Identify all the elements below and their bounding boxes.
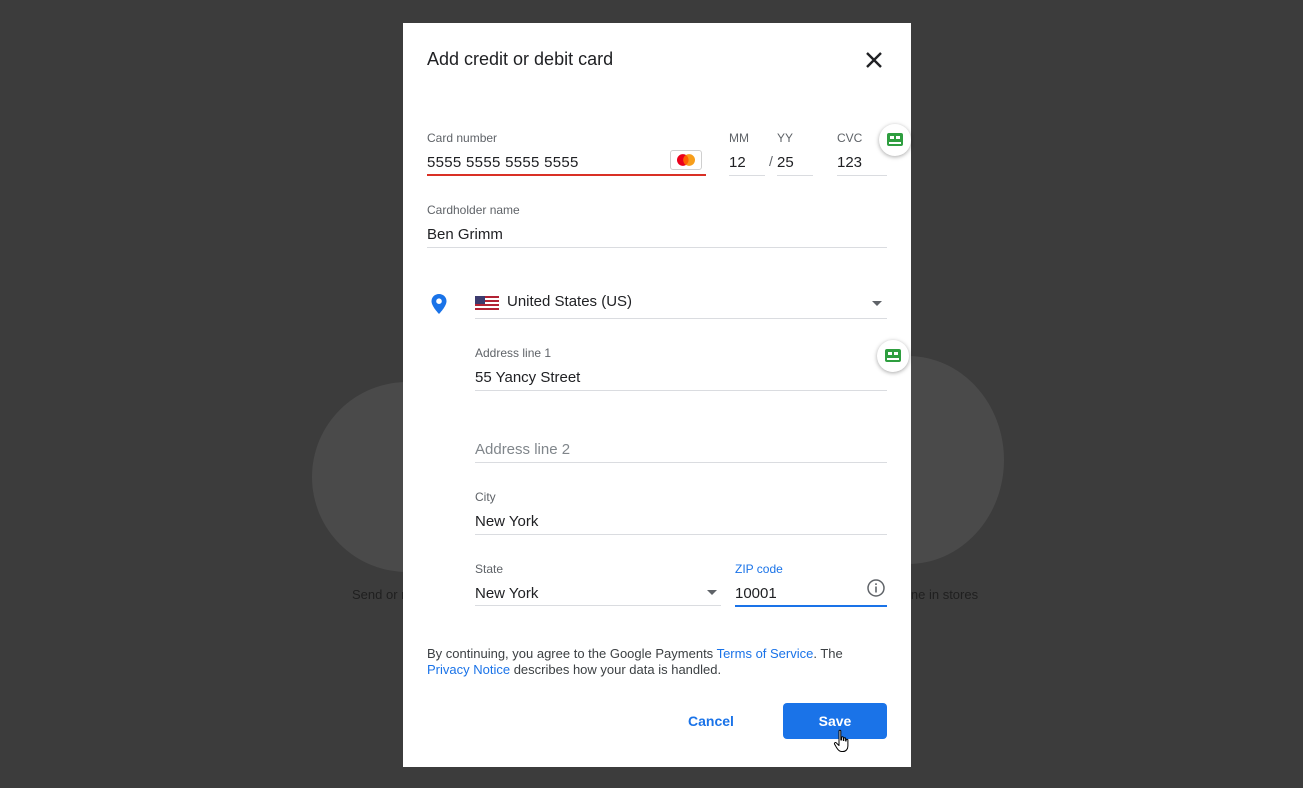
zip-code-label: ZIP code [735, 562, 783, 576]
us-flag-icon [475, 296, 499, 310]
legal-text-2: . The [813, 646, 843, 661]
country-underline [475, 318, 887, 319]
state-value: New York [475, 585, 539, 602]
chevron-down-icon [872, 301, 882, 306]
cvc-underline [837, 175, 887, 176]
cancel-button[interactable]: Cancel [667, 703, 755, 739]
password-manager-badge-card[interactable] [879, 124, 911, 156]
password-manager-badge-address[interactable] [877, 340, 909, 372]
expiry-year-field[interactable]: YY 25 [777, 131, 813, 176]
cvc-input[interactable]: 123 [837, 153, 887, 173]
background-caption-left: Send or r [352, 587, 406, 602]
background-caption-right: ine in stores [908, 587, 979, 602]
expiry-month-input[interactable]: 12 [729, 153, 765, 173]
city-field[interactable]: City New York [475, 490, 887, 535]
state-select[interactable]: State New York [475, 562, 721, 606]
chevron-down-icon [707, 590, 717, 595]
city-underline [475, 534, 887, 535]
state-underline [475, 605, 721, 606]
expiry-month-label: MM [729, 131, 749, 145]
cardholder-name-underline [427, 247, 887, 248]
expiry-year-label: YY [777, 131, 794, 145]
address-line1-label: Address line 1 [475, 346, 552, 360]
legal-notice: By continuing, you agree to the Google P… [427, 646, 887, 678]
mastercard-icon [670, 150, 702, 170]
address-line2-underline [475, 462, 887, 463]
expiry-separator: / [769, 153, 773, 169]
address-line2-field[interactable]: Address line 2 [475, 418, 887, 463]
country-value: United States (US) [507, 293, 633, 310]
privacy-notice-link[interactable]: Privacy Notice [427, 662, 510, 677]
cardholder-name-input[interactable]: Ben Grimm [427, 225, 887, 245]
address-line1-field[interactable]: Address line 1 55 Yancy Street [475, 346, 887, 391]
legal-text-1: By continuing, you agree to the Google P… [427, 646, 717, 661]
cardholder-name-label: Cardholder name [427, 203, 520, 217]
card-number-label: Card number [427, 131, 498, 145]
address-line1-input[interactable]: 55 Yancy Street [475, 368, 887, 388]
expiry-year-underline [777, 175, 813, 176]
state-label: State [475, 562, 504, 576]
location-pin-icon [431, 294, 447, 314]
info-icon[interactable] [866, 578, 886, 598]
card-number-field[interactable]: Card number 5555 5555 5555 5555 [427, 131, 706, 176]
address-line1-underline [475, 390, 887, 391]
autofill-extension-icon [885, 349, 901, 362]
zip-code-input[interactable]: 10001 [735, 584, 887, 604]
card-number-input[interactable]: 5555 5555 5555 5555 [427, 153, 706, 173]
expiry-month-field[interactable]: MM 12 [729, 131, 765, 176]
zip-code-field[interactable]: ZIP code 10001 [735, 562, 887, 607]
address-line2-input[interactable]: Address line 2 [475, 440, 887, 460]
legal-text-3: describes how your data is handled. [510, 662, 722, 677]
expiry-year-input[interactable]: 25 [777, 153, 813, 173]
card-number-underline [427, 174, 706, 176]
hand-cursor-icon [833, 729, 849, 752]
city-label: City [475, 490, 496, 504]
city-input[interactable]: New York [475, 512, 887, 532]
close-icon[interactable] [862, 48, 886, 72]
address-line2-label-spacer [475, 418, 887, 433]
dialog-title: Add credit or debit card [427, 49, 614, 69]
add-card-dialog: Add credit or debit card Card number 555… [403, 23, 911, 767]
expiry-month-underline [729, 175, 765, 176]
zip-code-underline [735, 605, 887, 607]
cardholder-name-field[interactable]: Cardholder name Ben Grimm [427, 203, 887, 248]
terms-of-service-link[interactable]: Terms of Service [717, 646, 814, 661]
autofill-extension-icon [887, 133, 903, 146]
